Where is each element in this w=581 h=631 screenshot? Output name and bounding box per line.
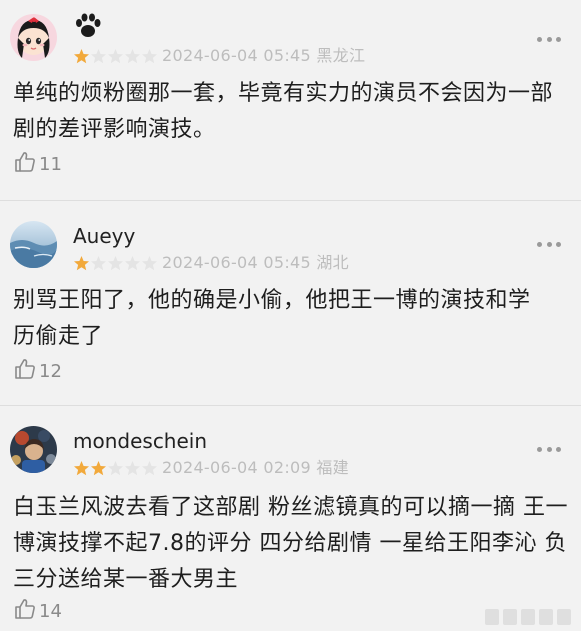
star-empty-icon (125, 461, 140, 476)
star-empty-icon (91, 49, 106, 64)
review-meta: 2024-06-04 05:45 湖北 (162, 253, 349, 273)
avatar[interactable] (10, 14, 57, 61)
review-location: 湖北 (316, 253, 349, 272)
star-empty-icon (125, 49, 140, 64)
review-item: 2024-06-04 05:45 黑龙江 单纯的烦粉圈那一套，毕竟有实力的演员不… (0, 0, 581, 200)
star-filled-icon (74, 461, 89, 476)
review-content: 别骂王阳了，他的确是小偷，他把王一博的演技和学历偷走了 (13, 288, 531, 349)
paw-icon (73, 12, 103, 40)
star-empty-icon (142, 461, 157, 476)
star-empty-icon (142, 49, 157, 64)
star-empty-icon (125, 256, 140, 271)
star-rating (73, 48, 158, 64)
like-count: 14 (39, 601, 62, 622)
review-date: 2024-06-04 02:09 (162, 458, 311, 477)
star-empty-icon (108, 461, 123, 476)
star-empty-icon (108, 49, 123, 64)
like-count: 12 (39, 361, 62, 382)
more-dots-icon[interactable] (537, 446, 561, 452)
star-filled-icon (74, 256, 89, 271)
like-button[interactable]: 12 (13, 357, 62, 386)
review-date: 2024-06-04 05:45 (162, 253, 311, 272)
avatar[interactable] (10, 221, 57, 268)
star-filled-icon (91, 461, 106, 476)
username[interactable]: Aueyy (73, 224, 135, 248)
star-empty-icon (108, 256, 123, 271)
thumbs-up-icon (13, 150, 37, 179)
review-meta: 2024-06-04 05:45 黑龙江 (162, 46, 365, 66)
more-dots-icon[interactable] (537, 36, 561, 42)
review-item: Aueyy 2024-06-04 05:45 湖北 别骂王阳了，他的确是小偷，他… (0, 201, 581, 401)
like-button[interactable]: 11 (13, 150, 62, 179)
review-item: mondeschein 2024-06-04 02:09 福建 白玉兰风波去看了… (0, 406, 581, 631)
review-date: 2024-06-04 05:45 (162, 46, 311, 65)
star-empty-icon (91, 256, 106, 271)
star-filled-icon (74, 49, 89, 64)
like-button[interactable]: 14 (13, 597, 62, 626)
review-content: 白玉兰风波去看了这部剧 粉丝滤镜真的可以摘一摘 王一博演技撑不起7.8的评分 四… (13, 495, 568, 592)
username[interactable]: mondeschein (73, 429, 207, 453)
star-rating (73, 460, 158, 476)
watermark (485, 609, 571, 625)
more-dots-icon[interactable] (537, 241, 561, 247)
star-empty-icon (142, 256, 157, 271)
review-content: 单纯的烦粉圈那一套，毕竟有实力的演员不会因为一部剧的差评影响演技。 (13, 81, 554, 142)
avatar[interactable] (10, 426, 57, 473)
review-location: 黑龙江 (316, 46, 366, 65)
review-meta: 2024-06-04 02:09 福建 (162, 458, 349, 478)
star-rating (73, 255, 158, 271)
thumbs-up-icon (13, 597, 37, 626)
review-location: 福建 (316, 458, 349, 477)
thumbs-up-icon (13, 357, 37, 386)
like-count: 11 (39, 154, 62, 175)
